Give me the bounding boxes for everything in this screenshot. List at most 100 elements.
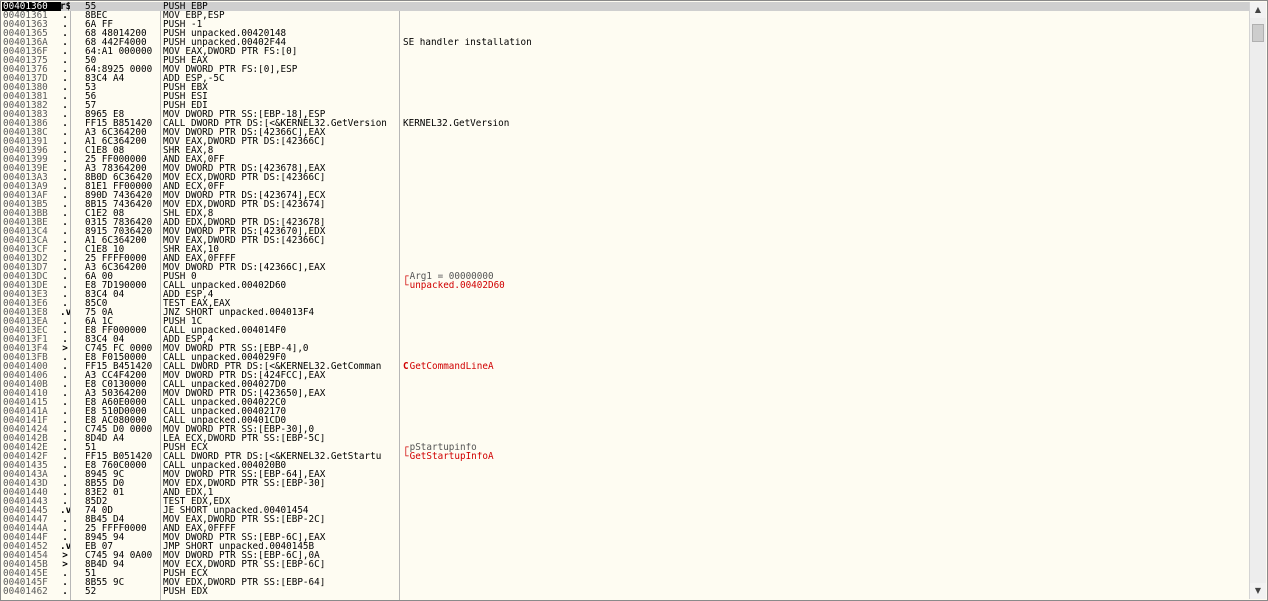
instruction-row[interactable]: 0040144A. 25 FFFF0000 AND EAX,0FFFF: [2, 524, 1250, 533]
instruction-row[interactable]: 0040142F. FF15 B051420 CALL DWORD PTR DS:[…: [2, 452, 1250, 461]
hex-bytes-cell: FF15 B451420: [85, 362, 153, 371]
disassembly-cell: ADD EDX,DWORD PTR DS:[423678]: [163, 218, 326, 227]
instruction-row[interactable]: 004013E8 .v 75 0A JNZ SHORT unpacked.004013…: [2, 308, 1250, 317]
instruction-row[interactable]: 004013FB. E8 F0150000 CALL unpacked.004029…: [2, 353, 1250, 362]
instruction-row[interactable]: 00401382. 57 PUSH EDI: [2, 101, 1250, 110]
address-cell: 004013CA: [3, 236, 48, 245]
disassembly-cell: PUSH EBX: [163, 83, 208, 92]
instruction-row[interactable]: 00401400. FF15 B451420 CALL DWORD PTR DS:[…: [2, 362, 1250, 371]
instruction-row[interactable]: 0040145F. 8B55 9C MOV EDX,DWORD PTR SS:[EB…: [2, 578, 1250, 587]
address-cell: 004013C4: [3, 227, 48, 236]
hex-bytes-cell: A1 6C364200: [85, 236, 147, 245]
instruction-row[interactable]: 00401360 r$ 55 PUSH EBP: [2, 2, 1250, 11]
disassembly-cell: CALL unpacked.004022C0: [163, 398, 287, 407]
instruction-row[interactable]: 00401396. C1E8 08 SHR EAX,8: [2, 146, 1250, 155]
address-cell: 00401435: [3, 461, 48, 470]
hex-bytes-cell: 6A 1C: [85, 317, 113, 326]
instruction-row[interactable]: 0040145E. 51 PUSH ECX: [2, 569, 1250, 578]
instruction-row[interactable]: 00401380. 53 PUSH EBX: [2, 83, 1250, 92]
hex-bytes-cell: C745 94 0A00: [85, 551, 153, 560]
scroll-down-icon[interactable]: ▼: [1250, 583, 1266, 599]
instruction-row[interactable]: 0040137D. 83C4 A4 ADD ESP,-5C: [2, 74, 1250, 83]
flow-marker: .: [62, 236, 68, 245]
instruction-row[interactable]: 004013BE. 0315 7836420 ADD EDX,DWORD PTR D…: [2, 218, 1250, 227]
instruction-row[interactable]: 0040136A. 68 442F4000 PUSH unpacked.00402F…: [2, 38, 1250, 47]
disassembly-cell: MOV DWORD PTR FS:[0],ESP: [163, 65, 298, 74]
flow-marker: .: [62, 155, 68, 164]
address-cell: 00401443: [3, 497, 48, 506]
instruction-row[interactable]: 0040138C. A3 6C364200 MOV DWORD PTR DS:[42…: [2, 128, 1250, 137]
hex-bytes-cell: C745 FC 0000: [85, 344, 153, 353]
instruction-row[interactable]: 00401435. E8 760C0000 CALL unpacked.004020…: [2, 461, 1250, 470]
hex-bytes-cell: FF15 B051420: [85, 452, 153, 461]
address-cell: 00401391: [3, 137, 48, 146]
hex-bytes-cell: 8B4D 94: [85, 560, 125, 569]
instruction-row[interactable]: 004013C4. 8915 7036420 MOV DWORD PTR DS:[4…: [2, 227, 1250, 236]
instruction-row[interactable]: 0040141A. E8 510D0000 CALL unpacked.004021…: [2, 407, 1250, 416]
instruction-row[interactable]: 00401454 > C745 94 0A00 MOV DWORD PTR SS:[E…: [2, 551, 1250, 560]
instruction-row[interactable]: 0040136F. 64:A1 000000 MOV EAX,DWORD PTR F…: [2, 47, 1250, 56]
instruction-row[interactable]: 00401410. A3 50364200 MOV DWORD PTR DS:[42…: [2, 389, 1250, 398]
instruction-row[interactable]: 00401386. FF15 B851420 CALL DWORD PTR DS:[…: [2, 119, 1250, 128]
hex-bytes-cell: 68 442F4000: [85, 38, 147, 47]
instruction-row[interactable]: 004013CF. C1E8 10 SHR EAX,10: [2, 245, 1250, 254]
instruction-row[interactable]: 00401424. C745 D0 0000 MOV DWORD PTR SS:[E…: [2, 425, 1250, 434]
instruction-row[interactable]: 004013EA. 6A 1C PUSH 1C: [2, 317, 1250, 326]
instruction-row[interactable]: 0040145B >8B4D 94 MOV ECX,DWORD PTR SS:[EB…: [2, 560, 1250, 569]
instruction-row[interactable]: 00401383. 8965 E8 MOV DWORD PTR SS:[EBP-18…: [2, 110, 1250, 119]
instruction-row[interactable]: 00401452 .v EB 07 JMP SHORT unpacked.004014…: [2, 542, 1250, 551]
instruction-row[interactable]: 004013F1. 83C4 04 ADD ESP,4: [2, 335, 1250, 344]
instruction-row[interactable]: 00401445 .v 74 0D JE SHORT unpacked.0040145…: [2, 506, 1250, 515]
instruction-row[interactable]: 004013DC. 6A 00 PUSH 0 ┌Arg1 = 00000000: [2, 272, 1250, 281]
flow-marker: .: [62, 578, 68, 587]
instruction-row[interactable]: 004013D7. A3 6C364200 MOV DWORD PTR DS:[42…: [2, 263, 1250, 272]
instruction-row[interactable]: 0040143D. 8B55 D0 MOV EDX,DWORD PTR SS:[EB…: [2, 479, 1250, 488]
instruction-row[interactable]: 0040141F. E8 AC080000 CALL unpacked.00401C…: [2, 416, 1250, 425]
disassembly-cell: MOV EAX,DWORD PTR DS:[42366C]: [163, 236, 326, 245]
instruction-row[interactable]: 004013E6. 85C0 TEST EAX,EAX: [2, 299, 1250, 308]
instruction-row[interactable]: 004013CA. A1 6C364200 MOV EAX,DWORD PTR DS…: [2, 236, 1250, 245]
scroll-up-icon[interactable]: ▲: [1250, 2, 1266, 18]
instruction-row[interactable]: 004013D2. 25 FFFF0000 AND EAX,0FFFF: [2, 254, 1250, 263]
disassembly-cell: ADD ESP,4: [163, 290, 214, 299]
instruction-row[interactable]: 0040144F. 8945 94 MOV DWORD PTR SS:[EBP-6C…: [2, 533, 1250, 542]
instruction-row[interactable]: 00401406. A3 CC4F4200 MOV DWORD PTR DS:[42…: [2, 371, 1250, 380]
instruction-row[interactable]: 0040140B. E8 C0130000 CALL unpacked.004027…: [2, 380, 1250, 389]
address-cell: 00401383: [3, 110, 48, 119]
instruction-row[interactable]: 00401361. 8BEC MOV EBP,ESP: [2, 11, 1250, 20]
instruction-row[interactable]: 0040143A. 8945 9C MOV DWORD PTR SS:[EBP-64…: [2, 470, 1250, 479]
disassembly-cell: MOV ECX,DWORD PTR DS:[42366C]: [163, 173, 326, 182]
instruction-row[interactable]: 004013BB. C1E2 08 SHL EDX,8: [2, 209, 1250, 218]
instruction-row[interactable]: 004013AF. 890D 7436420 MOV DWORD PTR DS:[4…: [2, 191, 1250, 200]
instruction-row[interactable]: 00401391. A1 6C364200 MOV EAX,DWORD PTR DS…: [2, 137, 1250, 146]
instruction-row[interactable]: 004013DE. E8 7D190000 CALL unpacked.00402D…: [2, 281, 1250, 290]
flow-marker: .: [62, 524, 68, 533]
instruction-row[interactable]: 0040142B. 8D4D A4 LEA ECX,DWORD PTR SS:[EB…: [2, 434, 1250, 443]
instruction-row[interactable]: 004013A9. 81E1 FF00000 AND ECX,0FF: [2, 182, 1250, 191]
instruction-row[interactable]: 004013B5. 8B15 7436420 MOV EDX,DWORD PTR D…: [2, 200, 1250, 209]
instruction-row[interactable]: 00401440. 83E2 01 AND EDX,1: [2, 488, 1250, 497]
address-cell: 00401447: [3, 515, 48, 524]
instruction-row[interactable]: 004013F4 > C745 FC 0000 MOV DWORD PTR SS:[E…: [2, 344, 1250, 353]
instruction-row[interactable]: 00401363. 6A FF PUSH -1: [2, 20, 1250, 29]
scroll-thumb[interactable]: [1252, 24, 1264, 42]
instruction-row[interactable]: 00401462. 52 PUSH EDX: [2, 587, 1250, 596]
instruction-row[interactable]: 00401443. 85D2 TEST EDX,EDX: [2, 497, 1250, 506]
vertical-scrollbar[interactable]: ▲ ▼: [1249, 2, 1266, 599]
instruction-row[interactable]: 0040139E. A3 78364200 MOV DWORD PTR DS:[42…: [2, 164, 1250, 173]
instruction-row[interactable]: 00401381. 56 PUSH ESI: [2, 92, 1250, 101]
instruction-row[interactable]: 00401365. 68 48014200 PUSH unpacked.004201…: [2, 29, 1250, 38]
instruction-row[interactable]: 00401399. 25 FF000000 AND EAX,0FF: [2, 155, 1250, 164]
instruction-row[interactable]: 004013EC. E8 FF000000 CALL unpacked.004014…: [2, 326, 1250, 335]
instruction-row[interactable]: 004013A3. 8B0D 6C36420 MOV ECX,DWORD PTR D…: [2, 173, 1250, 182]
instruction-row[interactable]: 00401447. 8B45 D4 MOV EAX,DWORD PTR SS:[EB…: [2, 515, 1250, 524]
instruction-row[interactable]: 0040142E. 51 PUSH ECX ┌pStartupinfo: [2, 443, 1250, 452]
instruction-row[interactable]: 004013E3. 83C4 04 ADD ESP,4: [2, 290, 1250, 299]
disassembly-pane[interactable]: 00401360 r$ 55 PUSH EBP 00401361. 8BEC MOV EBP…: [2, 2, 1250, 600]
address-cell: 00401400: [3, 362, 48, 371]
call-bracket-icon: └: [403, 281, 409, 290]
instruction-row[interactable]: 00401376. 64:8925 0000 MOV DWORD PTR FS:[0…: [2, 65, 1250, 74]
instruction-row[interactable]: 00401375. 50 PUSH EAX: [2, 56, 1250, 65]
instruction-row[interactable]: 00401415. E8 A60E0000 CALL unpacked.004022…: [2, 398, 1250, 407]
address-cell: 00401376: [3, 65, 48, 74]
